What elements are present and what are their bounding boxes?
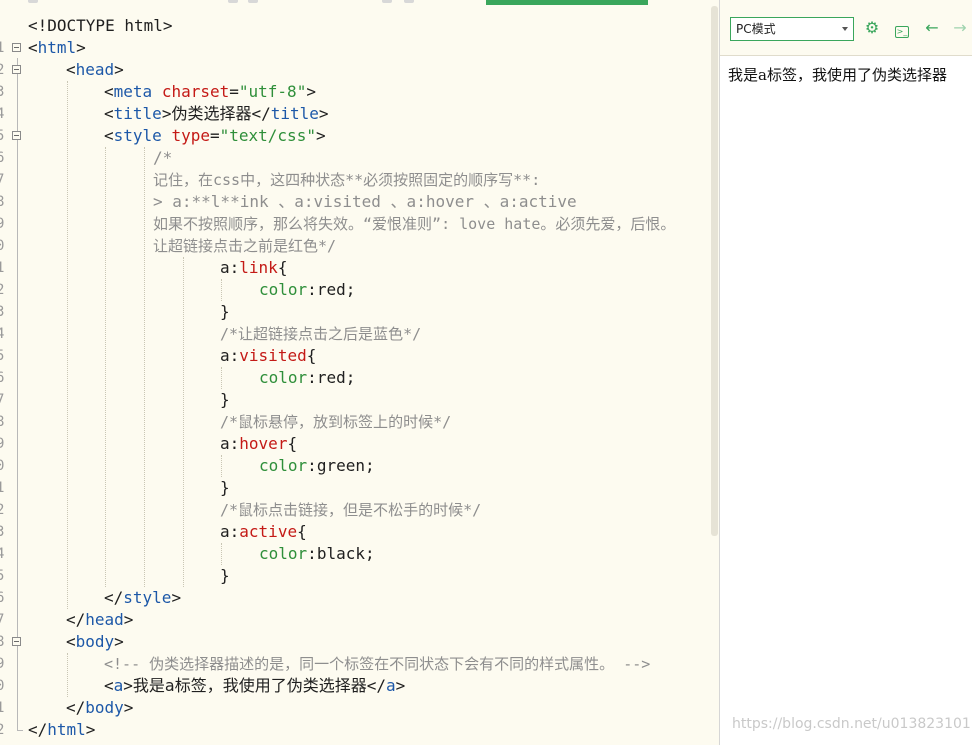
css-declaration: color:black; bbox=[259, 544, 375, 563]
preview-panel: PC模式 ⚙ >_ ← → 我是a标签，我使用了伪类选择器 https://bl… bbox=[719, 0, 972, 745]
code-line[interactable]: 4 a:active{ bbox=[0, 521, 719, 562]
arrow-right-icon[interactable]: → bbox=[950, 18, 970, 38]
code-line[interactable]: 5 <title>伪类选择器</title> bbox=[0, 103, 719, 144]
code-line[interactable]: 9 > a:**l**ink 、a:visited 、a:hover 、a:ac… bbox=[0, 191, 719, 232]
code-line[interactable]: 2 a:link{ bbox=[0, 257, 719, 298]
css-selector-hover: a:hover{ bbox=[220, 434, 298, 453]
html-open-tag: <html> bbox=[28, 38, 86, 57]
css-comment: /*鼠标点击链接，但是不松手的时候*/ bbox=[220, 501, 482, 519]
body-close-tag: </body> bbox=[66, 698, 134, 717]
css-selector-active: a:active{ bbox=[220, 522, 307, 541]
code-line[interactable]: 1 <!DOCTYPE html> bbox=[0, 15, 719, 56]
code-line[interactable]: 0 如果不按照顺序，那么将失效。“爱恨准则”: love hate。必须先爱，后… bbox=[0, 213, 719, 254]
head-open-tag: <head> bbox=[66, 60, 124, 79]
preview-link-text[interactable]: 我是a标签，我使用了伪类选择器 bbox=[728, 64, 947, 85]
fold-toggle-icon[interactable] bbox=[12, 637, 21, 646]
head-close-tag: </head> bbox=[66, 610, 134, 629]
code-line[interactable]: 1 color:green; bbox=[0, 455, 719, 496]
html-close-tag: </html> bbox=[28, 720, 96, 739]
css-close-brace: } bbox=[220, 390, 230, 409]
editor-scrollbar[interactable] bbox=[711, 6, 718, 536]
css-comment: /* bbox=[153, 148, 173, 167]
code-line[interactable]: 3 /*鼠标点击链接，但是不松手的时候*/ bbox=[0, 499, 719, 540]
line-number: 3 bbox=[0, 741, 8, 745]
watermark: https://blog.csdn.net/u013823101 bbox=[732, 716, 971, 732]
css-comment: 如果不按照顺序，那么将失效。“爱恨准则”: love hate。必须先爱，后恨。 bbox=[153, 215, 676, 233]
css-comment: /*鼠标悬停，放到标签上的时候*/ bbox=[220, 413, 452, 431]
tab-ghost bbox=[404, 0, 414, 3]
doctype-declaration: <!DOCTYPE html> bbox=[28, 16, 173, 35]
code-line[interactable]: 4 } bbox=[0, 301, 719, 342]
code-line[interactable]: 6 } bbox=[0, 565, 719, 606]
html-comment: <!-- 伪类选择器描述的是，同一个标签在不同状态下会有不同的样式属性。 --> bbox=[104, 655, 651, 673]
css-comment: > a:**l**ink 、a:visited 、a:hover 、a:acti… bbox=[153, 192, 577, 211]
meta-tag: <meta charset="utf-8"> bbox=[104, 82, 316, 101]
code-line[interactable]: 3 color:red; bbox=[0, 279, 719, 320]
code-line[interactable]: 2 </body> bbox=[0, 697, 719, 738]
fold-toggle-icon[interactable] bbox=[12, 65, 21, 74]
title-tag: <title>伪类选择器</title> bbox=[104, 104, 329, 123]
css-close-brace: } bbox=[220, 478, 230, 497]
mode-select[interactable]: PC模式 bbox=[730, 17, 854, 41]
code-line[interactable]: 7 color:red; bbox=[0, 367, 719, 408]
tab-ghost bbox=[382, 0, 392, 3]
active-tab-indicator[interactable] bbox=[486, 0, 648, 5]
tab-ghost bbox=[248, 0, 258, 3]
tab-ghost bbox=[228, 0, 238, 3]
code-line[interactable]: 0 <!-- 伪类选择器描述的是，同一个标签在不同状态下会有不同的样式属性。 -… bbox=[0, 653, 719, 694]
code-line[interactable]: 4 <meta charset="utf-8"> bbox=[0, 81, 719, 122]
code-line[interactable]: 0 a:hover{ bbox=[0, 433, 719, 474]
code-line[interactable]: 9 <body> bbox=[0, 631, 719, 672]
code-line[interactable]: 6 <style type="text/css"> bbox=[0, 125, 719, 166]
tab-bar-strip bbox=[0, 0, 719, 6]
css-comment: 记住，在css中，这四种状态**必须按照固定的顺序写**: bbox=[153, 171, 541, 189]
code-line[interactable]: 3 <head> bbox=[0, 59, 719, 100]
css-comment: 让超链接点击之前是红色*/ bbox=[153, 237, 337, 255]
tab-ghost bbox=[28, 0, 38, 3]
code-line[interactable]: 5 /*让超链接点击之后是蓝色*/ bbox=[0, 323, 719, 364]
gear-icon[interactable]: ⚙ bbox=[862, 18, 882, 38]
code-line[interactable]: 7 </style> bbox=[0, 587, 719, 628]
chevron-down-icon bbox=[842, 27, 848, 31]
style-open-tag: <style type="text/css"> bbox=[104, 126, 326, 145]
body-open-tag: <body> bbox=[66, 632, 124, 651]
code-line[interactable]: 8 </head> bbox=[0, 609, 719, 650]
code-line[interactable]: 1 让超链接点击之前是红色*/ bbox=[0, 235, 719, 276]
anchor-element: <a>我是a标签，我使用了伪类选择器</a> bbox=[104, 676, 406, 695]
css-close-brace: } bbox=[220, 566, 230, 585]
code-line[interactable]: 2 <html> bbox=[0, 37, 719, 78]
fold-toggle-icon[interactable] bbox=[12, 43, 21, 52]
mode-select-value: PC模式 bbox=[736, 22, 776, 36]
code-line[interactable]: 3 </html> bbox=[0, 719, 719, 745]
code-line[interactable]: 8 } bbox=[0, 389, 719, 430]
css-declaration: color:red; bbox=[259, 368, 356, 387]
css-comment: /*让超链接点击之后是蓝色*/ bbox=[220, 325, 422, 343]
css-selector-visited: a:visited{ bbox=[220, 346, 317, 365]
arrow-left-icon[interactable]: ← bbox=[922, 18, 942, 38]
css-close-brace: } bbox=[220, 302, 230, 321]
css-declaration: color:red; bbox=[259, 280, 356, 299]
code-line[interactable]: 5 color:black; bbox=[0, 543, 719, 584]
fold-toggle-icon[interactable] bbox=[12, 131, 21, 140]
code-line[interactable]: 8 记住，在css中，这四种状态**必须按照固定的顺序写**: bbox=[0, 169, 719, 210]
code-line[interactable]: 9 /*鼠标悬停，放到标签上的时候*/ bbox=[0, 411, 719, 452]
code-line[interactable]: 7 /* bbox=[0, 147, 719, 188]
code-line[interactable]: 6 a:visited{ bbox=[0, 345, 719, 386]
css-selector-link: a:link{ bbox=[220, 258, 288, 277]
css-declaration: color:green; bbox=[259, 456, 375, 475]
preview-toolbar: PC模式 ⚙ >_ ← → bbox=[720, 0, 972, 56]
code-editor[interactable]: 1 <!DOCTYPE html> 2 <html> 3 <head> 4 <m… bbox=[0, 0, 719, 745]
style-close-tag: </style> bbox=[104, 588, 182, 607]
code-line[interactable]: 2 } bbox=[0, 477, 719, 518]
console-icon[interactable]: >_ bbox=[892, 18, 912, 38]
code-line[interactable]: 1 <a>我是a标签，我使用了伪类选择器</a> bbox=[0, 675, 719, 716]
